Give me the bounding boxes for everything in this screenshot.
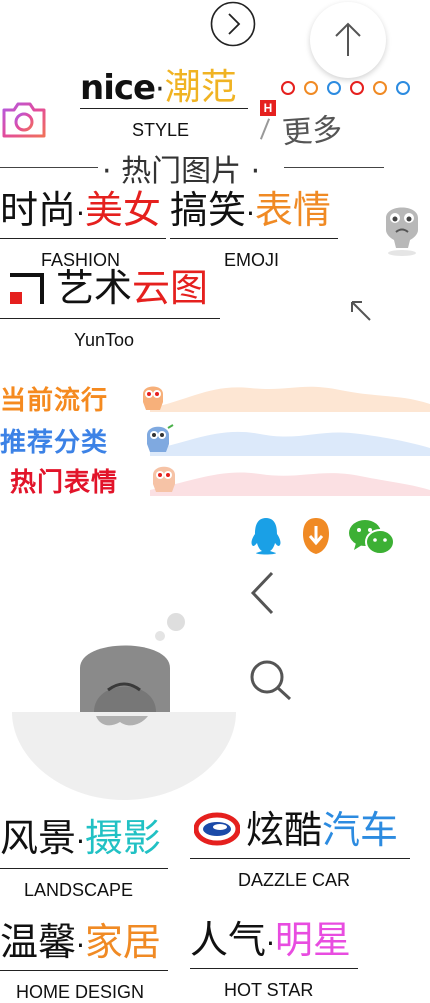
tab-wave-hot <box>150 464 430 496</box>
home-underline <box>0 970 168 971</box>
star-sep: · <box>266 927 275 960</box>
search-icon[interactable] <box>248 658 294 702</box>
car-logo-icon <box>193 812 241 846</box>
style-label: STYLE <box>132 120 190 140</box>
home-b: 家居 <box>84 920 161 964</box>
page-dot-3[interactable] <box>327 81 341 95</box>
car-b: 汽车 <box>322 808 399 852</box>
emoji-underline <box>170 238 338 239</box>
nice-sep: · <box>155 72 165 107</box>
star-en: HOT STAR <box>224 980 314 1000</box>
tab-wave-recommend <box>150 424 430 456</box>
page-dot-6[interactable] <box>396 81 410 95</box>
car-underline <box>190 858 410 859</box>
mascot-blue-icon <box>144 422 174 454</box>
hot-badge: H <box>260 100 276 116</box>
emoji-a: 搞笑 <box>170 188 247 232</box>
page-dot-5[interactable] <box>373 81 387 95</box>
landscape-category[interactable]: 风景·摄影 <box>0 818 161 862</box>
tab-wave-current <box>150 380 430 412</box>
slash-divider <box>259 118 271 140</box>
landscape-sep: · <box>76 825 85 858</box>
chaofan-text: 潮范 <box>164 67 237 108</box>
mascot-small-icon[interactable] <box>378 196 426 260</box>
scroll-to-top-button[interactable] <box>310 2 386 78</box>
emoji-en: EMOJI <box>224 250 280 270</box>
home-a: 温馨 <box>0 920 77 964</box>
car-en: DAZZLE CAR <box>238 870 351 890</box>
mascot-orange-icon <box>140 382 166 412</box>
yuntoo-b: 云图 <box>132 266 209 310</box>
arrow-up-icon <box>335 22 361 56</box>
page-dot-1[interactable] <box>281 81 295 95</box>
more-link[interactable]: 更多 <box>281 104 344 152</box>
home-sep: · <box>76 929 85 962</box>
yuntoo-logo-icon <box>8 272 46 306</box>
landscape-b: 摄影 <box>84 816 161 860</box>
car-a: 炫酷 <box>246 808 323 852</box>
hot-pics-line-right <box>284 167 384 168</box>
star-underline <box>190 968 358 969</box>
wechat-icon[interactable] <box>348 518 396 558</box>
fashion-sep: · <box>76 197 85 230</box>
page-dot-4[interactable] <box>350 81 364 95</box>
page-dot-2[interactable] <box>304 81 318 95</box>
arrow-up-left-icon[interactable] <box>346 296 374 324</box>
landscape-a: 风景 <box>0 816 77 860</box>
emoji-b: 表情 <box>254 188 331 232</box>
nice-text: nice <box>80 68 156 108</box>
fashion-a: 时尚 <box>0 188 77 232</box>
yuntoo-a: 艺术 <box>56 266 133 310</box>
fashion-underline <box>0 238 166 239</box>
home-en: HOME DESIGN <box>16 982 145 1002</box>
hot-pics-line-left <box>0 167 98 168</box>
landscape-underline <box>0 868 168 869</box>
star-category[interactable]: 人气·明星 <box>190 920 351 964</box>
qq-icon[interactable] <box>248 516 284 556</box>
tab-hot-emoji[interactable]: 热门表情 <box>10 462 118 499</box>
yuntoo-underline <box>0 318 220 319</box>
nice-logo[interactable]: nice·潮范 <box>80 58 237 110</box>
tab-current[interactable]: 当前流行 <box>0 380 108 417</box>
nice-underline <box>80 108 248 109</box>
star-b: 明星 <box>274 918 351 962</box>
emoji-sep: · <box>246 197 255 230</box>
hot-pics-title: · 热门图片 · <box>102 154 261 189</box>
camera-icon[interactable] <box>0 100 48 140</box>
fashion-category[interactable]: 时尚·美女 <box>0 190 161 234</box>
emoji-category[interactable]: 搞笑·表情 <box>170 190 331 234</box>
back-chevron-icon[interactable] <box>248 570 278 616</box>
yuntoo-en: YunToo <box>74 330 135 350</box>
download-icon[interactable] <box>298 516 334 556</box>
home-category[interactable]: 温馨·家居 <box>0 922 161 966</box>
fashion-b: 美女 <box>84 188 161 232</box>
mascot-illustration <box>10 608 240 802</box>
yuntoo-category[interactable]: 艺术云图 <box>56 268 208 308</box>
car-category[interactable]: 炫酷汽车 <box>246 810 398 850</box>
landscape-en: LANDSCAPE <box>24 880 134 900</box>
chevron-right-circle-icon[interactable] <box>210 1 256 47</box>
tab-recommend[interactable]: 推荐分类 <box>0 422 108 459</box>
star-a: 人气 <box>190 918 267 962</box>
mascot-pink-icon <box>150 462 178 494</box>
